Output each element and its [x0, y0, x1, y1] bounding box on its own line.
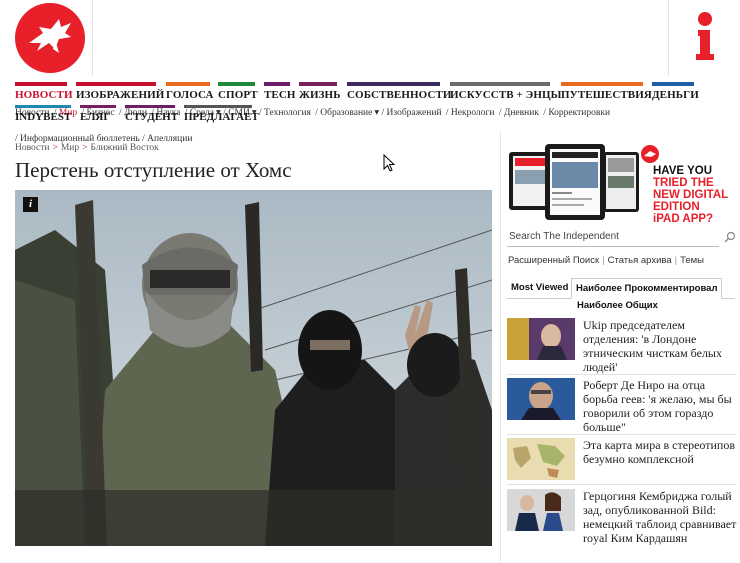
popular-tabs: Most Viewed Наиболее Прокомментировал	[507, 278, 735, 299]
i-newspaper-logo[interactable]	[690, 10, 720, 64]
subnav-item[interactable]: Некрологи	[451, 108, 495, 118]
nav-item-news[interactable]: НОВОСТИ	[15, 82, 73, 106]
story-headline[interactable]: Ukip председателем отделения: 'в Лондоне…	[583, 318, 739, 374]
nav-item-travel[interactable]: ПУТЕШЕСТВИЯ	[561, 82, 652, 106]
info-badge[interactable]: i	[23, 197, 38, 212]
nav-item-label: ПРЕДЛАГАЕТ	[184, 111, 259, 123]
search-links: Расширенный Поиск | Статья архива | Темы	[508, 255, 705, 266]
ad-line: TRIED THE	[653, 177, 714, 189]
article-photo-image	[15, 190, 492, 546]
chevron-right-icon: >	[82, 143, 88, 153]
nav-item-arts[interactable]: ИСКУССТВ + ЭНЦЫ	[450, 82, 561, 106]
story-thumbnail[interactable]	[507, 318, 575, 360]
nav-item-images[interactable]: ИЗОБРАЖЕНИЙ	[76, 82, 164, 106]
tab-most-shared[interactable]: Наиболее Общих	[577, 300, 658, 311]
list-item[interactable]: Герцогиня Кембриджа голый зад, опубликов…	[507, 489, 737, 559]
nav-item-voices[interactable]: ГОЛОСА	[166, 82, 213, 106]
topics-link[interactable]: Темы	[680, 255, 704, 266]
story-thumbnail[interactable]	[507, 489, 575, 531]
story-headline[interactable]: Роберт Де Ниро на отца борьба геев: 'я ж…	[583, 378, 739, 434]
search-icon[interactable]	[724, 231, 736, 243]
eagle-icon	[29, 19, 71, 53]
nav-item-property[interactable]: СОБСТВЕННОСТИ	[347, 82, 451, 106]
search-input[interactable]	[507, 226, 721, 247]
nav-item-offers[interactable]: ПРЕДЛАГАЕТ	[184, 105, 259, 129]
subnav-item[interactable]: Образование	[320, 108, 372, 118]
ad-line: iPAD APP?	[653, 213, 714, 225]
nav-item-label: ЕЛЯГ	[80, 111, 111, 123]
story-thumbnail-image	[507, 489, 575, 531]
list-item[interactable]: Ukip председателем отделения: 'в Лондоне…	[507, 318, 737, 374]
nav-item-label: СТУДЕНТ	[125, 111, 179, 123]
story-thumbnail-image	[507, 378, 575, 420]
ad-line: NEW DIGITAL	[653, 189, 729, 201]
subnav-item[interactable]: Корректировки	[548, 108, 610, 118]
nav-item-indybest[interactable]: INDYBEST	[15, 105, 71, 129]
advanced-search-link[interactable]: Расширенный Поиск	[508, 255, 599, 266]
story-headline[interactable]: Герцогиня Кембриджа голый зад, опубликов…	[583, 489, 739, 545]
ad-line: HAVE YOU	[653, 165, 713, 177]
article-photo[interactable]	[15, 190, 492, 546]
header-divider	[92, 0, 93, 76]
i-logo-icon	[696, 12, 714, 60]
tab-most-commented[interactable]: Наиболее Прокомментировал	[571, 278, 723, 299]
nav-item-label: ГОЛОСА	[166, 89, 214, 101]
nav-item-label: ЖИЗНЬ	[299, 89, 341, 101]
tab-most-viewed[interactable]: Most Viewed	[507, 278, 572, 297]
search-box	[507, 226, 721, 247]
nav-item-sport[interactable]: СПОРТ	[218, 82, 258, 106]
subnav-item[interactable]: Технология	[264, 108, 311, 118]
nav-item-label: ДЕНЬГИ	[652, 89, 699, 101]
breadcrumb-item[interactable]: Новости	[15, 143, 49, 153]
divider	[507, 374, 737, 375]
chevron-right-icon: >	[52, 143, 58, 153]
nav-item-label: INDYBEST	[15, 111, 72, 123]
nav-item-label: СОБСТВЕННОСТИ	[347, 89, 452, 101]
breadcrumb-item[interactable]: Ближний Восток	[90, 143, 158, 153]
story-thumbnail-image	[507, 438, 575, 480]
nav-item-tech[interactable]: TECH	[264, 82, 295, 106]
column-divider	[500, 132, 501, 563]
list-item[interactable]: Эта карта мира в стереотипов безумно ком…	[507, 438, 737, 486]
nav-item-label: ПУТЕШЕСТВИЯ	[561, 89, 652, 101]
nav-item-label: TECH	[264, 89, 296, 101]
nav-item-money[interactable]: ДЕНЬГИ	[652, 82, 699, 106]
subnav-item[interactable]: Изображений	[387, 108, 442, 118]
story-thumbnail-image	[507, 318, 575, 360]
header-divider	[668, 0, 669, 76]
nav-item-label: НОВОСТИ	[15, 89, 73, 101]
nav-item-label: ИСКУССТВ + ЭНЦЫ	[450, 89, 562, 101]
page-title: Перстень отступление от Хомс	[15, 158, 292, 182]
main-nav: НОВОСТИ ИЗОБРАЖЕНИЙ ГОЛОСА СПОРТ TECH ЖИ…	[0, 82, 740, 106]
breadcrumb-item[interactable]: Мир	[61, 143, 79, 153]
nav-item-student[interactable]: СТУДЕНТ	[125, 105, 179, 129]
nav-item-life[interactable]: ЖИЗНЬ	[299, 82, 340, 106]
subnav-item[interactable]: Дневник	[504, 108, 539, 118]
divider	[507, 434, 737, 435]
mouse-cursor-icon	[383, 154, 395, 172]
story-thumbnail[interactable]	[507, 438, 575, 480]
breadcrumb: Новости > Мир > Ближний Восток	[15, 143, 159, 153]
ad-headline[interactable]: HAVE YOU TRIED THE NEW DIGITAL EDITION i…	[653, 165, 737, 225]
story-thumbnail[interactable]	[507, 378, 575, 420]
archive-link[interactable]: Статья архива	[608, 255, 672, 266]
nav-item-label: СПОРТ	[218, 89, 258, 101]
nav-item-elyag[interactable]: ЕЛЯГ	[80, 105, 116, 129]
ad-line: EDITION	[653, 201, 700, 213]
independent-logo[interactable]	[15, 3, 85, 73]
divider	[507, 484, 737, 485]
list-item[interactable]: Роберт Де Ниро на отца борьба геев: 'я ж…	[507, 378, 737, 434]
nav-item-label: ИЗОБРАЖЕНИЙ	[76, 89, 165, 101]
story-headline[interactable]: Эта карта мира в стереотипов безумно ком…	[583, 438, 739, 466]
